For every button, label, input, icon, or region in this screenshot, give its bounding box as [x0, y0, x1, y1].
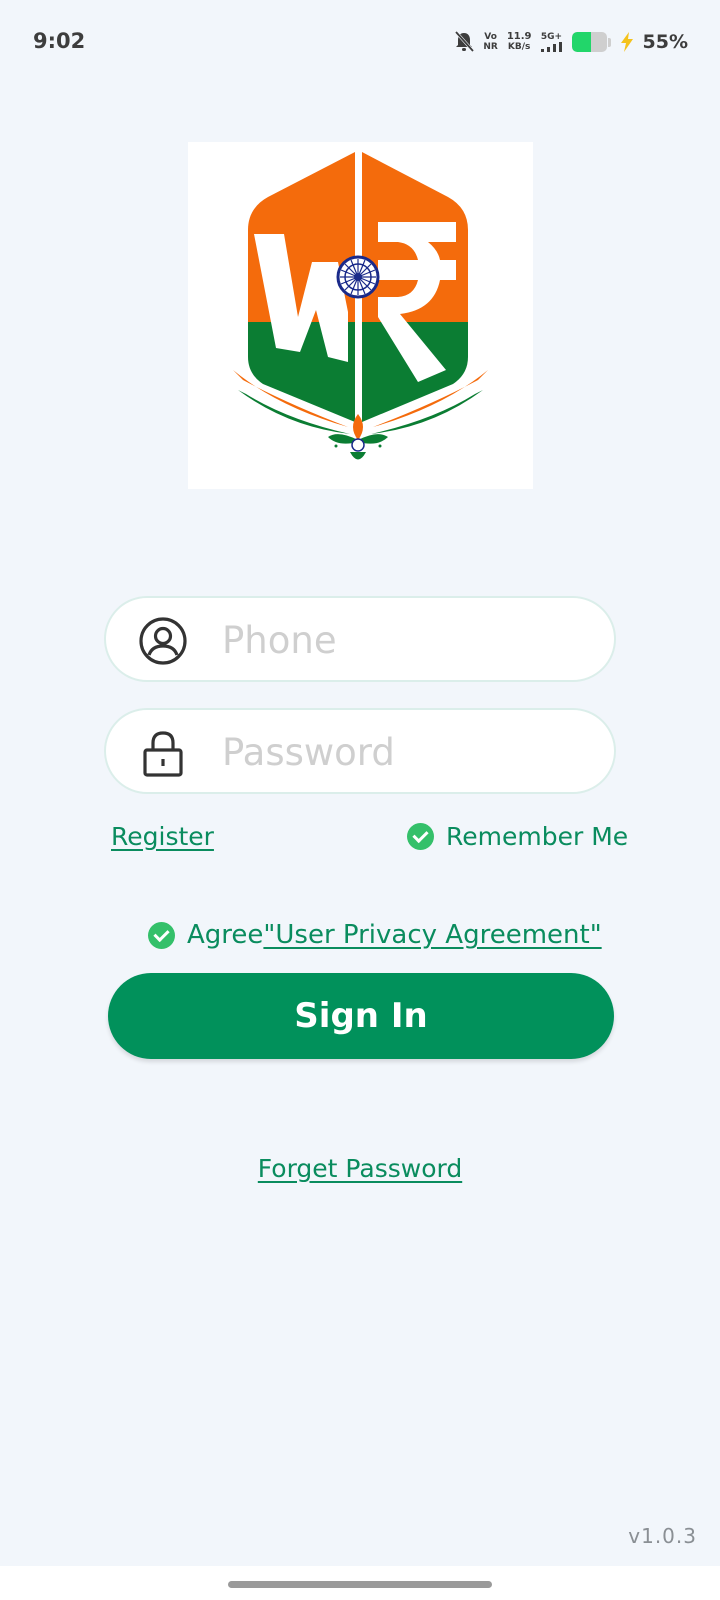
lock-icon	[143, 731, 183, 777]
signal-bars-icon	[540, 42, 562, 52]
volte-nr: NR	[483, 42, 498, 52]
volte-vo: Vo	[484, 32, 497, 42]
network-type: 5G+	[540, 32, 563, 42]
phone-field[interactable]	[104, 596, 616, 682]
phone-input[interactable]	[222, 612, 592, 668]
battery-fill	[571, 32, 591, 52]
password-field[interactable]	[104, 708, 616, 794]
net-speed-value: 11.9	[506, 31, 532, 42]
user-circle-icon	[139, 617, 187, 665]
sign-in-button[interactable]: Sign In	[108, 973, 614, 1059]
battery-percent: 55%	[642, 31, 688, 53]
forget-password-row: Forget Password	[0, 1154, 720, 1183]
battery-cap	[607, 37, 611, 47]
agree-label: Agree	[187, 920, 264, 950]
forget-password-link[interactable]: Forget Password	[258, 1154, 462, 1183]
privacy-agreement-link[interactable]: "User Privacy Agreement"	[263, 920, 601, 950]
net-speed-unit: KB/s	[507, 42, 531, 52]
bell-off-icon	[455, 31, 475, 53]
status-bar: 9:02 Vo NR 11.9 KB/s 5G+ 55%	[0, 0, 720, 84]
status-time: 9:02	[33, 29, 86, 53]
remember-check-icon[interactable]	[407, 823, 434, 850]
home-indicator[interactable]	[228, 1581, 492, 1588]
status-icons: Vo NR 11.9 KB/s 5G+ 55%	[454, 28, 688, 56]
app-logo	[188, 142, 533, 489]
register-link[interactable]: Register	[111, 822, 214, 851]
privacy-agreement-row: Agree "User Privacy Agreement"	[148, 920, 602, 950]
app-version: v1.0.3	[628, 1524, 697, 1548]
signal-indicator: 5G+	[540, 32, 563, 52]
password-input[interactable]	[222, 724, 592, 780]
battery-icon	[571, 32, 607, 52]
net-speed: 11.9 KB/s	[506, 31, 532, 53]
remember-me-toggle[interactable]: Remember Me	[407, 822, 628, 851]
bolt-icon	[620, 32, 633, 52]
login-screen: 9:02 Vo NR 11.9 KB/s 5G+ 55% Phone Regis…	[0, 0, 720, 1600]
remember-me-label: Remember Me	[446, 822, 629, 851]
agree-check-icon[interactable]	[148, 921, 175, 949]
volte-indicator: Vo NR	[483, 32, 497, 52]
wr-rupee-logo	[233, 152, 488, 460]
